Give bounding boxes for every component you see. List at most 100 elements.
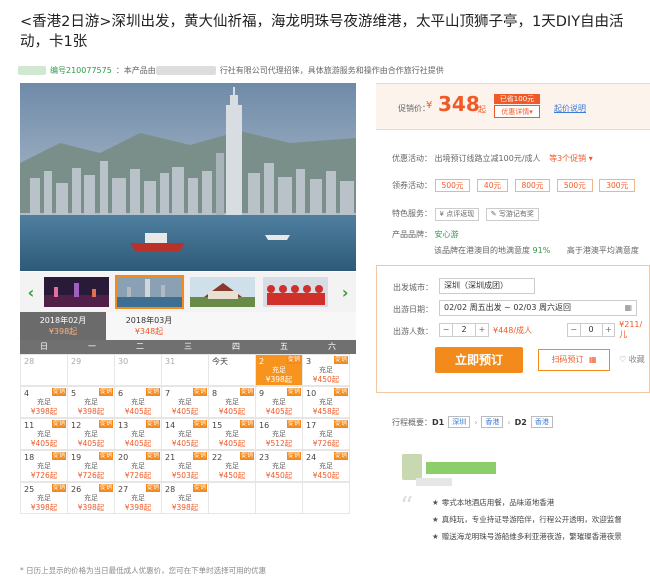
chevron-right-icon[interactable]: › (334, 283, 356, 302)
info-text-2: 行社有限公司代理招徕，具体旅游服务和操作由合作旅行社提供 (219, 65, 444, 75)
calendar-day[interactable]: 16 促销 充足 ¥512起 (255, 418, 303, 450)
highlight-text: 真纯玩，专业持证导游陪伴，行程公开透明，欢迎监督 (441, 515, 622, 524)
chevron-right-icon: › (507, 417, 511, 427)
plus-button[interactable]: + (475, 323, 489, 337)
day-price: ¥450起 (312, 375, 340, 384)
thumbnail-image[interactable] (114, 275, 184, 309)
discount-detail-button[interactable]: 优惠详情▾ (494, 105, 540, 118)
calendar-day[interactable]: 25 促销 充足 ¥398起 (20, 482, 68, 514)
day-price: ¥398起 (30, 503, 58, 512)
coupon-chip[interactable]: 500元 (434, 179, 471, 192)
calendar-day: 29 (67, 354, 115, 386)
availability: 充足 (178, 430, 192, 438)
itinerary-city[interactable]: 香港 (481, 416, 504, 428)
calendar-day[interactable]: 2 促销 充足 ¥398起 (255, 354, 303, 386)
calendar-day[interactable]: 19 促销 充足 ¥726起 (67, 450, 115, 482)
product-code: 编号210077575 (50, 65, 112, 75)
calendar-day[interactable]: 21 促销 充足 ¥503起 (161, 450, 209, 482)
availability: 充足 (37, 430, 51, 438)
calendar-day[interactable]: 28 促销 充足 ¥398起 (161, 482, 209, 514)
calendar-day[interactable]: 11 促销 充足 ¥405起 (20, 418, 68, 450)
calendar-day (302, 482, 350, 514)
day-price: ¥405起 (218, 439, 246, 448)
child-count[interactable]: 0 (580, 323, 602, 337)
service-chip[interactable]: ¥ 点评返现 (434, 208, 480, 221)
promo-badge: 促销 (333, 452, 348, 460)
month-tab[interactable]: 2018年03月 ¥348起 (106, 312, 192, 340)
day-price: ¥450起 (265, 471, 293, 480)
favorite-button[interactable]: ♡ 收藏 (619, 354, 645, 365)
month-tabs: 2018年02月 ¥398起 2018年03月 ¥348起 (20, 312, 356, 340)
chevron-left-icon[interactable]: ‹ (20, 283, 42, 302)
book-now-button[interactable]: 立即预订 (435, 347, 523, 373)
month-price: ¥398起 (48, 327, 78, 336)
calendar-day[interactable]: 20 促销 充足 ¥726起 (114, 450, 162, 482)
thumbnail-image[interactable] (261, 275, 330, 309)
availability: 充足 (178, 398, 192, 406)
scan-book-button[interactable]: 扫码预订 ▦ (538, 349, 610, 371)
date-label: 出游日期： (393, 305, 433, 314)
calendar-day[interactable]: 3 促销 充足 ¥450起 (302, 354, 350, 386)
adult-count[interactable]: 2 (453, 323, 475, 337)
thumbnail-image[interactable] (188, 275, 257, 309)
price-explain-link[interactable]: 起价说明 (554, 103, 586, 114)
day-number: 31 (165, 357, 176, 366)
day-price: ¥398起 (77, 503, 105, 512)
calendar-day[interactable]: 18 促销 充足 ¥726起 (20, 450, 68, 482)
calendar-day[interactable]: 7 促销 充足 ¥405起 (161, 386, 209, 418)
month-tab[interactable]: 2018年02月 ¥398起 (20, 312, 106, 340)
scan-book-label: 扫码预订 (551, 355, 584, 364)
calendar-day[interactable]: 27 促销 充足 ¥398起 (114, 482, 162, 514)
coupon-chip[interactable]: 300元 (599, 179, 636, 192)
calendar-day[interactable]: 5 促销 充足 ¥398起 (67, 386, 115, 418)
product-highlights: “ ★ 零式本地酒店用餐，品味道地香港 ★ 真纯玩，专业持证导游陪伴，行程公开透明，… (376, 440, 650, 575)
calendar-day[interactable]: 23 促销 充足 ¥450起 (255, 450, 303, 482)
brand-name[interactable]: 安心游 (435, 230, 459, 239)
plus-button[interactable]: + (601, 323, 616, 337)
coupon-chip[interactable]: 800元 (514, 179, 551, 192)
promo-badge: 促销 (145, 388, 160, 396)
calendar-day[interactable]: 15 促销 充足 ¥405起 (208, 418, 256, 450)
availability: 充足 (84, 430, 98, 438)
minus-button[interactable]: − (567, 323, 581, 337)
minus-button[interactable]: − (439, 323, 453, 337)
availability: 充足 (84, 462, 98, 470)
availability: 充足 (319, 462, 333, 470)
travel-date-field[interactable]: 02/02 周五出发 ~ 02/03 周六返回 ▦ (439, 300, 637, 316)
weekday: 三 (184, 342, 192, 351)
calendar-week: 25 促销 充足 ¥398起 26 促销 充足 ¥398起 27 促销 充足 ¥398起 28 促销 充足 ¥… (20, 482, 356, 514)
availability: 充足 (319, 430, 333, 438)
calendar-day[interactable]: 26 促销 充足 ¥398起 (67, 482, 115, 514)
brand-row: 产品品牌： 安心游 (392, 229, 459, 240)
calendar-day[interactable]: 10 促销 充足 ¥458起 (302, 386, 350, 418)
coupon-chip[interactable]: 500元 (556, 179, 593, 192)
itinerary-city[interactable]: 深圳 (448, 416, 471, 428)
calendar-day (255, 482, 303, 514)
chevron-right-icon: › (474, 417, 478, 427)
calendar-day[interactable]: 8 促销 充足 ¥405起 (208, 386, 256, 418)
calendar-day: 今天 (208, 354, 256, 386)
promo-badge: 促销 (239, 420, 254, 428)
calendar-day[interactable]: 12 促销 充足 ¥405起 (67, 418, 115, 450)
calendar-day[interactable]: 24 促销 充足 ¥450起 (302, 450, 350, 482)
highlight-item: ★ 真纯玩，专业持证导游陪伴，行程公开透明，欢迎监督 (432, 515, 622, 524)
calendar-day[interactable]: 14 促销 充足 ¥405起 (161, 418, 209, 450)
calendar-day[interactable]: 4 促销 充足 ¥398起 (20, 386, 68, 418)
availability: 充足 (178, 494, 192, 502)
calendar-day[interactable]: 17 促销 充足 ¥726起 (302, 418, 350, 450)
departure-city-select[interactable]: 深圳（深圳成团） (439, 278, 535, 294)
calendar-day[interactable]: 13 促销 充足 ¥405起 (114, 418, 162, 450)
service-chip[interactable]: ✎ 写游记有奖 (485, 208, 539, 221)
coupon-chip[interactable]: 40元 (476, 179, 508, 192)
main-product-image[interactable] (20, 83, 356, 271)
itinerary-city[interactable]: 香港 (530, 416, 553, 428)
more-promos-dropdown[interactable]: 等3个促销 ▾ (549, 154, 593, 163)
calendar-day[interactable]: 9 促销 充足 ¥405起 (255, 386, 303, 418)
calendar-day[interactable]: 6 促销 充足 ¥405起 (114, 386, 162, 418)
thumbnail-image[interactable] (42, 275, 111, 309)
weekday: 一 (88, 342, 96, 351)
availability: 充足 (272, 462, 286, 470)
calendar-day[interactable]: 22 促销 充足 ¥450起 (208, 450, 256, 482)
child-stepper: − 0 + ¥211/儿 (567, 320, 649, 339)
sat-compare: 高于港澳平均满意度 (566, 246, 639, 255)
